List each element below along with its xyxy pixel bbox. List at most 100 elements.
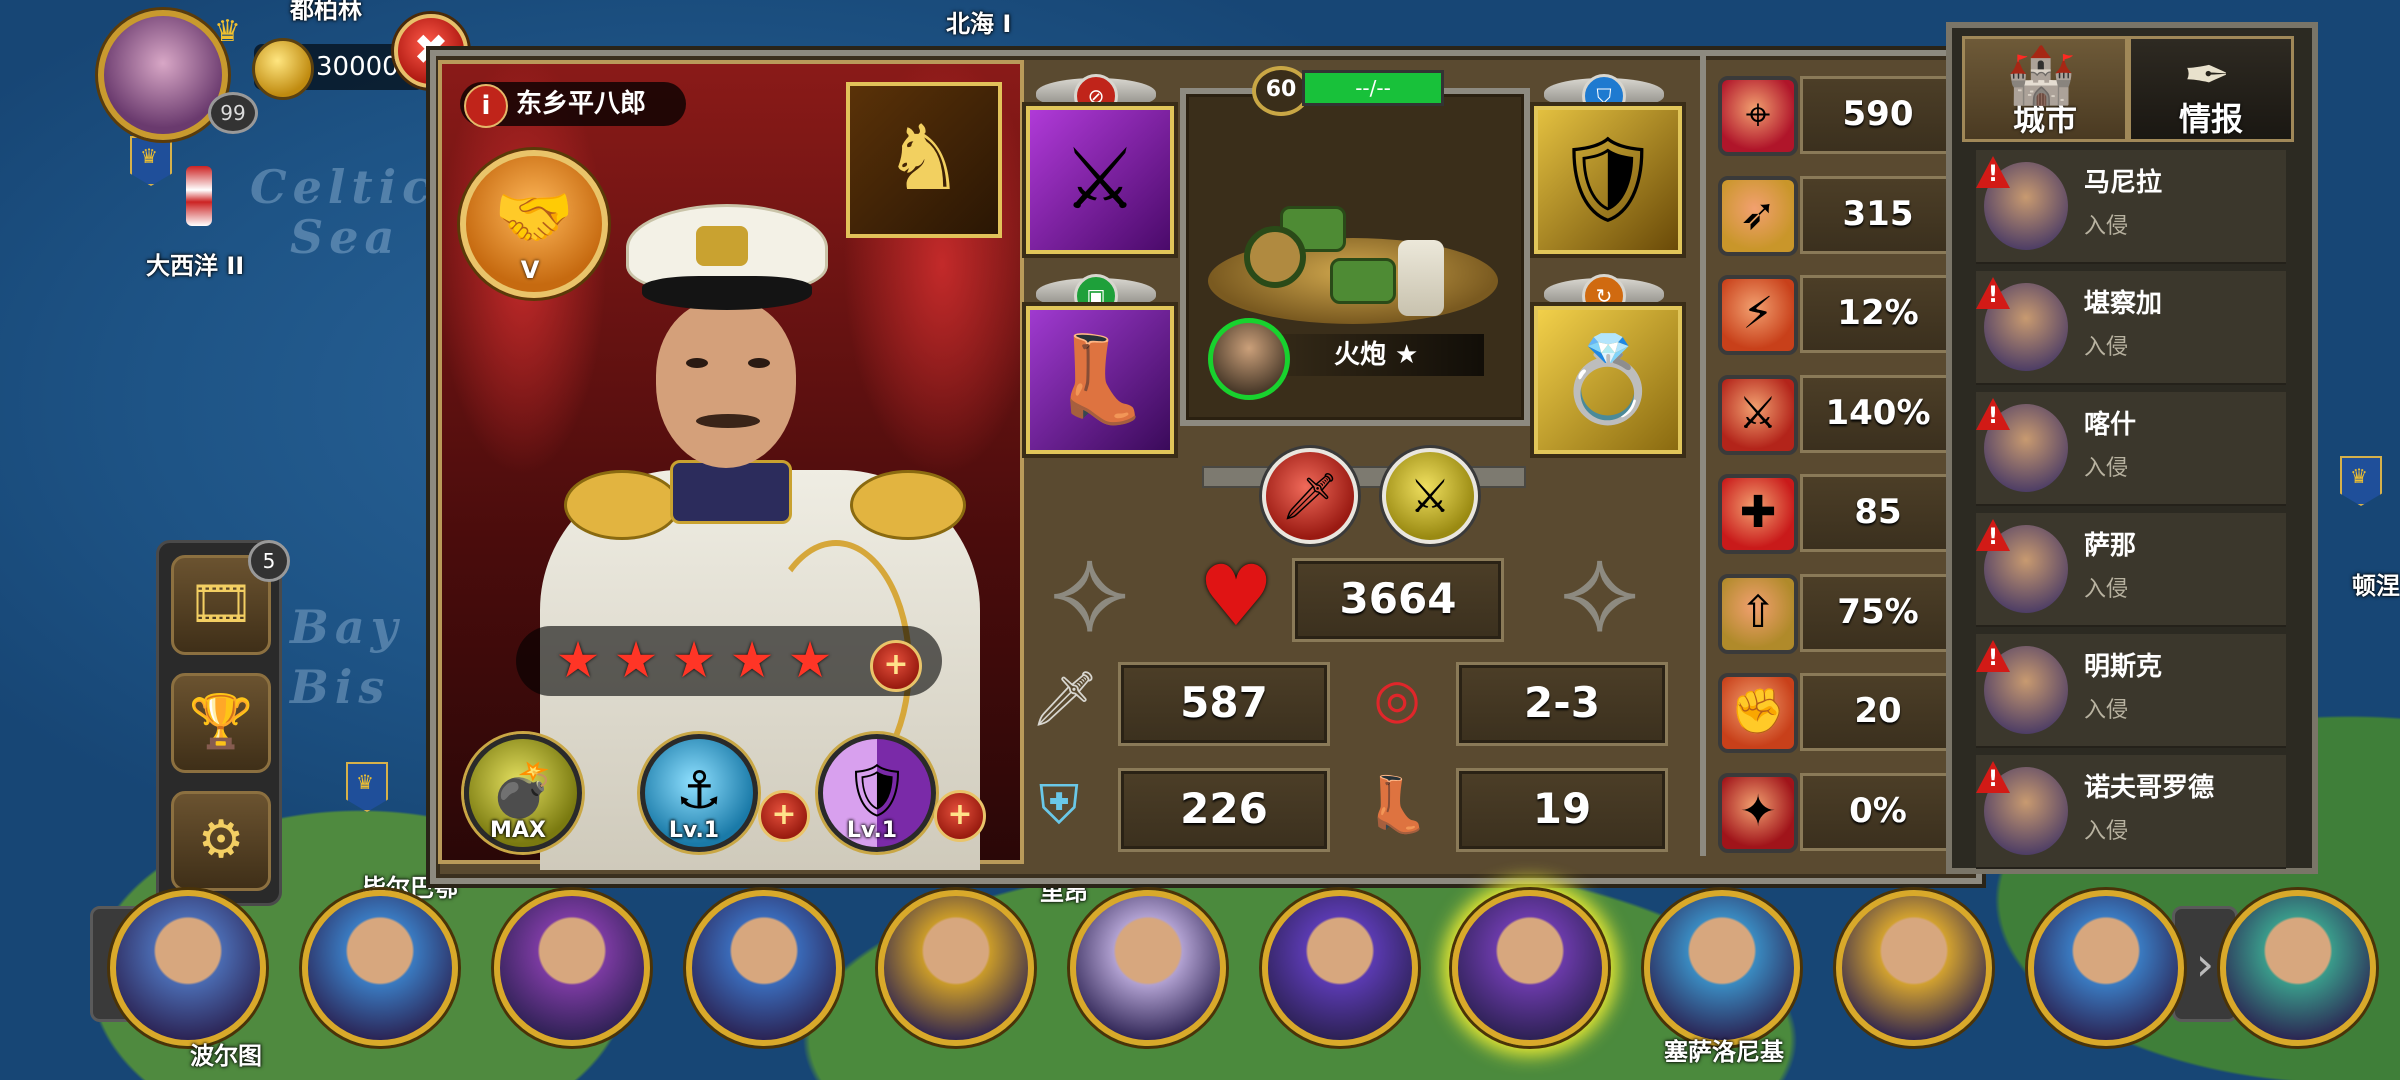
lighthouse-icon[interactable] [186,166,212,226]
hero-portrait-button[interactable] [302,890,458,1046]
intel-city-name: 诺夫哥罗德 [2084,773,2215,803]
trophy-icon[interactable]: 🏆 [171,673,271,773]
star-icon: ★ [787,631,833,689]
target-icon: ⌖ [1718,76,1798,156]
intel-status: 入侵 [2084,698,2129,723]
hero-location-label: 塞萨洛尼基 [1664,1038,1784,1066]
hero-portrait-button[interactable] [1262,890,1418,1046]
fist-icon: ✊ [1718,673,1798,753]
map-sea-label-atlantic[interactable]: 大西洋 II [146,246,244,281]
side-stat-value: 590 [1800,76,1956,154]
sword-icon: 🗡 [1030,667,1100,730]
side-stat-value: 12% [1800,275,1956,353]
intel-list-item[interactable]: ! 明斯克 入侵 [1976,634,2286,748]
decorative-curl-icon: ⟡ [1050,520,1130,659]
side-menu: 🎞 🏆 ⚙ [156,540,282,906]
boots-equipment-icon[interactable]: 👢 [1026,306,1174,454]
sea-name: Bay [290,600,404,654]
intel-list-item[interactable]: ! 喀什 入侵 [1976,392,2286,506]
boot-icon: 👢 [1363,773,1431,836]
hero-portrait-button[interactable] [110,890,266,1046]
intel-status: 入侵 [2084,456,2129,481]
hero-portrait-button[interactable] [1836,890,1992,1046]
intel-city-name: 堪察加 [2084,289,2163,319]
side-stat-value: 85 [1800,474,1956,552]
player-avatar[interactable] [98,10,228,140]
column-divider [1700,56,1706,856]
unit-commander-avatar[interactable] [1208,318,1290,400]
side-stat-value: 75% [1800,574,1956,652]
cannon-unit-icon [1330,258,1396,304]
attack-skill-icon[interactable]: 🗡 [1262,448,1358,544]
crown-flag-icon[interactable] [130,136,172,186]
player-level-badge: 99 [208,92,258,134]
side-stat-value: 0% [1800,773,1956,851]
side-stat-value: 20 [1800,673,1956,751]
hero-portrait [520,190,1000,870]
notification-badge: 5 [248,540,290,582]
unit-name: 火炮 ★ [1274,334,1484,376]
intel-status: 入侵 [2084,335,2129,360]
intel-list-item[interactable]: ! 萨那 入侵 [1976,513,2286,627]
decorative-curl-icon: ⟡ [1560,520,1640,659]
star-icon: ★ [555,631,601,689]
armor-equipment-icon[interactable]: 🛡 [1534,106,1682,254]
intel-list-item[interactable]: ! 诺夫哥罗德 入侵 [1976,755,2286,869]
crown-flag-icon[interactable] [346,762,388,812]
crit-damage-icon: ⚔ [1718,375,1798,455]
hero-portrait-button[interactable] [2028,890,2184,1046]
gear-icon[interactable]: ⚙ [171,791,271,891]
skill-bar-divider [1202,466,1526,488]
hp-value: 3664 [1292,558,1504,642]
intel-list-item[interactable]: ! 堪察加 入侵 [1976,271,2286,385]
hero-portrait-button[interactable] [1644,890,1800,1046]
hero-portrait-button[interactable] [686,890,842,1046]
side-stat-value: 315 [1800,176,1956,254]
heart-icon: ♥ [1198,547,1274,645]
shield-icon: ⛨ [1038,773,1080,836]
coin-amount: 30000 [316,52,399,82]
range-value: 2-3 [1456,662,1668,746]
map-city-label[interactable]: 都柏林 [290,0,362,25]
skill-level-label: Lv.1 [668,818,720,843]
heal-icon: ✚ [1718,474,1798,554]
skill-upgrade-button[interactable]: + [934,790,986,842]
skill-level-label: Lv.1 [846,818,898,843]
quill-icon: ✒ [2183,43,2231,108]
unit-exp-bar: --/-- [1302,70,1444,106]
map-sea-label-north[interactable]: 北海 I [946,4,1011,39]
crit-icon: ⚡ [1718,275,1798,355]
info-icon[interactable]: i [464,84,508,128]
castle-icon: 🏰 [2006,43,2076,108]
intel-status: 入侵 [2084,214,2129,239]
hero-portrait-selected[interactable] [1452,890,1608,1046]
intel-city-name: 明斯克 [2084,652,2163,682]
sword-equipment-icon[interactable]: ⚔ [1026,106,1174,254]
hero-portrait-button[interactable] [494,890,650,1046]
hero-portrait-button[interactable] [1070,890,1226,1046]
soldier-icon [1398,240,1444,316]
intel-list-item[interactable]: ! 马尼拉 入侵 [1976,150,2286,264]
intel-status: 入侵 [2084,577,2129,602]
side-stat-value: 140% [1800,375,1956,453]
map-city-label[interactable]: 顿涅 [2352,566,2400,601]
attack-value: 587 [1118,662,1330,746]
hero-portrait-button[interactable] [878,890,1034,1046]
intel-status: 入侵 [2084,819,2129,844]
star-icon: ★ [671,631,717,689]
sea-name: Bis [290,660,391,714]
target-icon: ◎ [1373,667,1421,730]
skill-level-label: MAX [490,818,546,843]
hero-rank: V [520,256,540,284]
crown-icon: ♛ [214,14,241,49]
ring-equipment-icon[interactable]: 💍 [1534,306,1682,454]
hero-portrait-button[interactable] [2220,890,2376,1046]
skill-upgrade-button[interactable]: + [758,790,810,842]
wheel-icon [1244,226,1306,288]
horse-emblem-icon[interactable]: ♞ [846,82,1002,238]
figure-icon: ✦ [1718,773,1798,853]
defense-skill-icon[interactable]: ⚔ [1382,448,1478,544]
star-upgrade-button[interactable]: + [870,640,922,692]
crown-flag-icon[interactable] [2340,456,2382,506]
accuracy-icon: ➶ [1718,176,1798,256]
